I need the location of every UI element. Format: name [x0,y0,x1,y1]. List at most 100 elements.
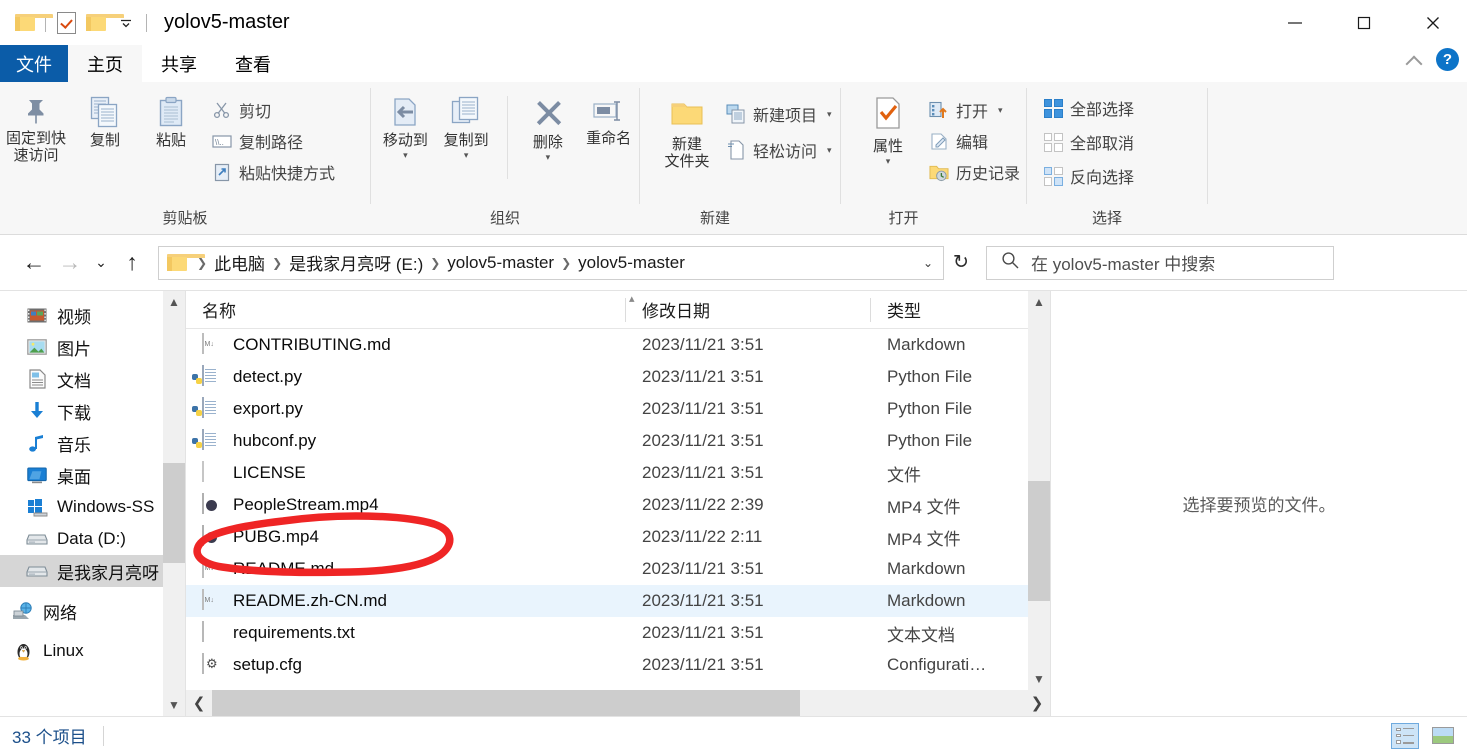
select-none-button[interactable]: 全部取消 [1043,130,1134,154]
rename-button[interactable]: 重命名 [578,90,639,147]
horizontal-scrollbar-track[interactable] [212,690,1024,716]
chevron-down-icon[interactable]: ▾ [998,105,1003,116]
checkbox-doc-icon[interactable] [51,8,81,38]
scroll-down-arrow-icon[interactable]: ▼ [1028,668,1050,690]
invert-selection-button[interactable]: 反向选择 [1043,164,1134,188]
file-name-cell[interactable]: CONTRIBUTING.md [186,332,626,357]
sidebar-item-downloads[interactable]: 下载 [0,395,185,427]
move-to-button[interactable]: 移动到 ▾ [375,90,436,160]
table-row[interactable]: README.md 2023/11/21 3:51 Markdown [186,553,1050,585]
chevron-down-icon[interactable]: ▾ [403,151,408,160]
scroll-up-arrow-icon[interactable]: ▲ [1028,291,1050,313]
folder-icon[interactable] [81,8,124,38]
tab-view[interactable]: 查看 [216,45,290,82]
sidebar-item-network[interactable]: 网络 [0,595,185,627]
table-row[interactable]: PUBG.mp4 2023/11/22 2:11 MP4 文件 [186,521,1050,553]
history-button[interactable]: 历史记录 [929,160,1020,184]
horizontal-scrollbar-thumb[interactable] [212,690,800,716]
chevron-down-icon[interactable]: ⌄ [923,256,935,270]
new-folder-button[interactable]: 新建 文件夹 [654,90,720,170]
column-header-name[interactable]: 名称 [186,291,626,329]
file-name-cell[interactable]: README.zh-CN.md [186,588,626,613]
breadcrumb[interactable]: ❯ 此电脑 ❯ 是我家月亮呀 (E:) ❯ yolov5-master ❯ yo… [158,245,944,280]
back-button[interactable]: ← [16,245,52,281]
scroll-down-arrow-icon[interactable]: ▼ [163,694,185,716]
nav-scrollbar-thumb[interactable] [163,463,185,563]
maximize-button[interactable] [1329,0,1398,45]
nav-scrollbar-track[interactable] [163,313,185,694]
sidebar-item-drive-e-selected[interactable]: 是我家月亮呀 [0,555,185,587]
scroll-up-arrow-icon[interactable]: ▲ [163,291,185,313]
file-name-cell[interactable]: LICENSE [186,460,626,485]
up-button[interactable]: ↑ [114,245,150,281]
new-item-button[interactable]: 新建项目 ▾ [726,102,832,126]
open-button[interactable]: 打开 ▾ [929,98,1020,122]
tab-home[interactable]: 主页 [68,45,142,82]
breadcrumb-item-drive-e[interactable]: 是我家月亮呀 (E:) [289,250,423,275]
table-row[interactable]: hubconf.py 2023/11/21 3:51 Python File [186,425,1050,457]
file-name-cell[interactable]: PUBG.mp4 [186,524,626,549]
column-header-date[interactable]: 修改日期 [626,291,871,329]
scroll-left-arrow-icon[interactable]: ❮ [186,690,212,716]
breadcrumb-item-yolov5-master-2[interactable]: yolov5-master [578,253,685,273]
cut-button[interactable]: 剪切 [212,98,335,122]
list-scrollbar-thumb[interactable] [1028,481,1050,601]
sidebar-item-music[interactable]: 音乐 [0,427,185,459]
tab-share[interactable]: 共享 [142,45,216,82]
paste-shortcut-button[interactable]: 粘贴快捷方式 [212,160,335,184]
details-view-button[interactable] [1391,722,1419,749]
close-button[interactable] [1398,0,1467,45]
table-row[interactable]: requirements.txt 2023/11/21 3:51 文本文档 [186,617,1050,649]
column-header-type[interactable]: 类型 [871,291,991,329]
chevron-down-icon[interactable]: ▾ [546,153,551,162]
sidebar-item-documents[interactable]: 文档 [0,363,185,395]
sidebar-item-pictures[interactable]: 图片 [0,331,185,363]
paste-button[interactable]: 粘贴 [138,90,204,149]
table-row[interactable]: LICENSE 2023/11/21 3:51 文件 [186,457,1050,489]
breadcrumb-item-this-pc[interactable]: 此电脑 [214,250,265,275]
file-name-cell[interactable]: setup.cfg [186,652,626,677]
minimize-button[interactable] [1260,0,1329,45]
tab-file[interactable]: 文件 [0,45,68,82]
table-row[interactable]: PeopleStream.mp4 2023/11/22 2:39 MP4 文件 [186,489,1050,521]
chevron-down-icon[interactable]: ▾ [827,109,832,120]
file-name-cell[interactable]: requirements.txt [186,620,626,645]
large-icons-view-button[interactable] [1429,723,1457,749]
recent-locations-button[interactable]: ⌄ [88,245,114,281]
table-row[interactable]: export.py 2023/11/21 3:51 Python File [186,393,1050,425]
sidebar-item-desktop[interactable]: 桌面 [0,459,185,491]
chevron-up-icon[interactable] [1406,52,1422,68]
copy-button[interactable]: 复制 [72,90,138,149]
file-name-cell[interactable]: detect.py [186,364,626,389]
sidebar-item-data-d[interactable]: Data (D:) [0,523,185,555]
scroll-right-arrow-icon[interactable]: ❯ [1024,690,1050,716]
edit-button[interactable]: 编辑 [929,129,1020,153]
chevron-down-icon[interactable] [111,8,141,38]
list-scrollbar[interactable]: ▲ ▼ [1028,291,1050,690]
search-input[interactable]: 在 yolov5-master 中搜索 [986,245,1334,280]
table-row[interactable]: detect.py 2023/11/21 3:51 Python File [186,361,1050,393]
sidebar-item-windows-ssd[interactable]: Windows-SS [0,491,185,523]
file-name-cell[interactable]: export.py [186,396,626,421]
horizontal-scrollbar[interactable]: ❮ ❯ [186,690,1050,716]
easy-access-button[interactable]: 轻松访问 ▾ [726,138,832,162]
file-name-cell[interactable]: hubconf.py [186,428,626,453]
delete-button[interactable]: 删除 ▾ [517,90,578,162]
breadcrumb-item-yolov5-master-1[interactable]: yolov5-master [447,253,554,273]
copy-path-button[interactable]: \\.. 复制路径 [212,129,335,153]
table-row[interactable]: setup.cfg 2023/11/21 3:51 Configurati… [186,649,1050,681]
chevron-down-icon[interactable]: ▾ [886,157,891,166]
forward-button[interactable]: → [52,245,88,281]
folder-icon[interactable] [10,8,53,38]
select-all-button[interactable]: 全部选择 [1043,96,1134,120]
refresh-button[interactable]: ↻ [944,246,978,280]
help-button[interactable]: ? [1436,48,1459,71]
chevron-down-icon[interactable]: ▾ [464,151,469,160]
sidebar-item-linux[interactable]: Linux [0,635,185,667]
sidebar-item-videos[interactable]: 视频 [0,299,185,331]
copy-to-button[interactable]: 复制到 ▾ [436,90,497,160]
nav-scrollbar[interactable]: ▲ ▼ [163,291,185,716]
file-name-cell[interactable]: README.md [186,556,626,581]
file-name-cell[interactable]: PeopleStream.mp4 [186,492,626,517]
chevron-down-icon[interactable]: ▾ [827,145,832,156]
